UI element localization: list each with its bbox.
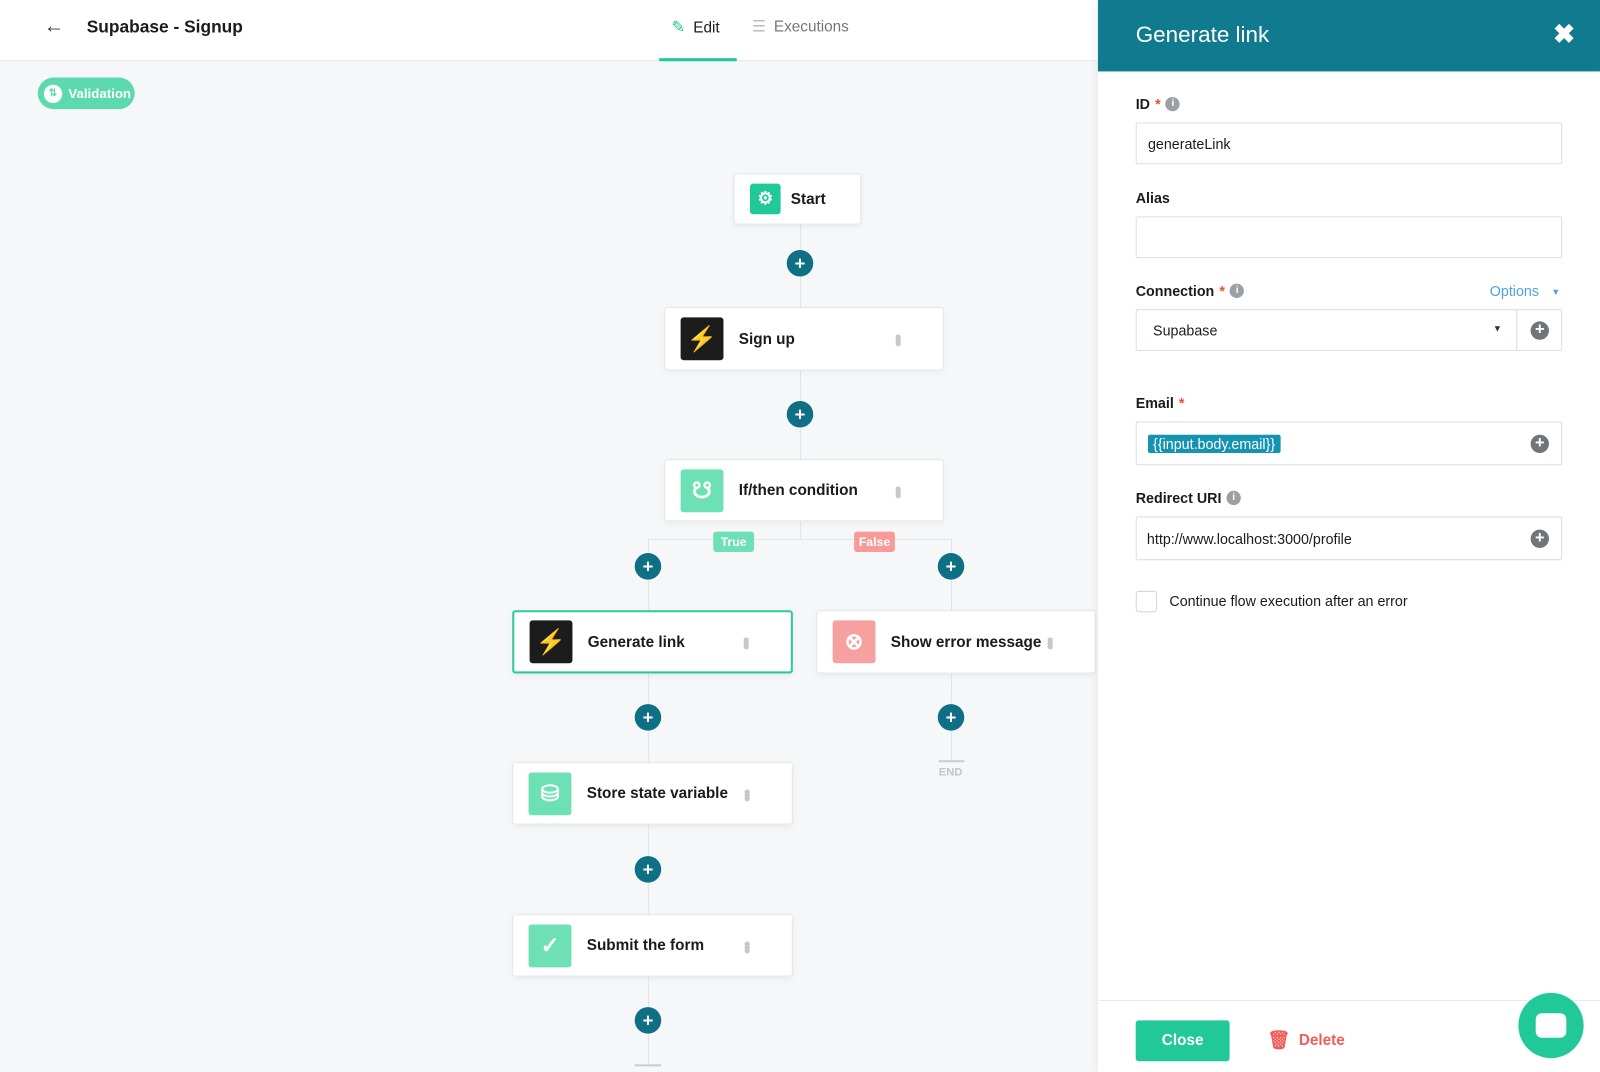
plus-circle-icon[interactable]: + bbox=[1530, 529, 1549, 548]
required-marker: * bbox=[1178, 394, 1185, 412]
required-marker: * bbox=[1219, 282, 1225, 299]
validation-badge[interactable]: ⇅ Validation bbox=[37, 77, 135, 110]
false-branch-label: False bbox=[854, 531, 895, 553]
connector bbox=[799, 521, 802, 539]
branch-icon: ☋ bbox=[680, 468, 724, 512]
gear-icon: ⚙ bbox=[749, 183, 781, 215]
alias-label: Alias bbox=[1135, 189, 1170, 207]
add-step-button[interactable]: + bbox=[786, 249, 814, 277]
close-icon[interactable]: ✖ bbox=[1553, 18, 1575, 50]
end-marker bbox=[938, 760, 965, 763]
options-dropdown[interactable]: Options ▼ bbox=[1490, 283, 1561, 301]
more-options-icon[interactable]: ••• bbox=[737, 788, 757, 798]
add-step-button[interactable]: + bbox=[786, 401, 814, 428]
node-if-then-condition[interactable]: ☋ If/then condition ••• bbox=[664, 459, 944, 522]
email-label: Email * bbox=[1135, 394, 1185, 412]
continue-on-error-checkbox[interactable] bbox=[1135, 590, 1158, 613]
supabase-bolt-icon: ⚡ bbox=[529, 620, 573, 664]
supabase-bolt-icon: ⚡ bbox=[680, 317, 724, 361]
add-step-button[interactable]: + bbox=[634, 1007, 662, 1034]
info-icon[interactable]: i bbox=[1226, 490, 1241, 506]
required-marker: * bbox=[1155, 95, 1161, 113]
node-start[interactable]: ⚙ Start bbox=[733, 173, 862, 225]
active-tab-indicator bbox=[659, 58, 737, 62]
redirect-uri-input[interactable]: http://www.localhost:3000/profile + bbox=[1135, 516, 1563, 561]
trash-icon: 🗑 bbox=[1267, 1029, 1291, 1050]
redirect-uri-label: Redirect URI i bbox=[1136, 490, 1241, 506]
validation-icon: ⇅ bbox=[43, 84, 63, 103]
step-settings-panel: Generate link ✖ ID * i generateLink Alias … bbox=[1097, 0, 1600, 1072]
footer-divider bbox=[1097, 999, 1600, 1002]
plus-circle-icon[interactable]: + bbox=[1530, 434, 1549, 453]
more-options-icon[interactable]: ••• bbox=[888, 485, 908, 495]
plus-circle-icon: + bbox=[1530, 320, 1549, 340]
list-icon: ☰ bbox=[752, 18, 766, 36]
more-options-icon[interactable]: ••• bbox=[888, 334, 908, 344]
caret-down-icon: ▼ bbox=[1492, 323, 1503, 334]
node-sign-up[interactable]: ⚡ Sign up ••• bbox=[664, 307, 944, 371]
caret-down-icon: ▼ bbox=[1551, 286, 1561, 297]
check-circle-icon: ✓ bbox=[528, 923, 572, 967]
info-icon[interactable]: i bbox=[1165, 96, 1181, 112]
branch-connector bbox=[647, 538, 952, 540]
top-bar: ← Supabase - Signup ✎ Edit ☰ Executions bbox=[0, 0, 1098, 62]
node-store-state-variable[interactable]: ⛁ Store state variable ••• bbox=[512, 762, 793, 825]
delete-button[interactable]: 🗑 Delete bbox=[1267, 1030, 1344, 1051]
info-icon[interactable]: i bbox=[1230, 283, 1245, 298]
more-options-icon[interactable]: ••• bbox=[1040, 637, 1060, 647]
email-input[interactable]: {{input.body.email}} + bbox=[1135, 421, 1563, 466]
back-arrow-icon[interactable]: ← bbox=[44, 15, 64, 38]
database-edit-icon: ⛁ bbox=[528, 771, 572, 815]
more-options-icon[interactable]: ••• bbox=[737, 940, 757, 950]
id-label: ID * i bbox=[1136, 95, 1181, 113]
add-connection-button[interactable]: + bbox=[1516, 309, 1563, 352]
node-show-error-message[interactable]: ⊗ Show error message ••• bbox=[816, 610, 1096, 674]
edit-icon: ✎ bbox=[671, 19, 686, 37]
end-marker bbox=[634, 1064, 662, 1067]
add-step-button[interactable]: + bbox=[634, 704, 662, 731]
more-options-icon[interactable]: ••• bbox=[736, 637, 756, 647]
variable-chip[interactable]: {{input.body.email}} bbox=[1147, 434, 1281, 453]
add-step-button[interactable]: + bbox=[937, 553, 965, 580]
continue-on-error-label: Continue flow execution after an error bbox=[1169, 592, 1408, 610]
close-button[interactable]: Close bbox=[1135, 1020, 1230, 1062]
id-input[interactable]: generateLink bbox=[1135, 122, 1563, 165]
end-label: END bbox=[938, 766, 963, 779]
chat-bubble-icon bbox=[1535, 1013, 1567, 1038]
connection-label: Connection * i bbox=[1136, 283, 1245, 299]
chat-support-button[interactable] bbox=[1518, 992, 1584, 1059]
page-title: Supabase - Signup bbox=[86, 17, 243, 37]
add-step-button[interactable]: + bbox=[634, 553, 662, 580]
error-circle-icon: ⊗ bbox=[832, 620, 876, 664]
connection-select[interactable]: Supabase ▼ bbox=[1135, 309, 1518, 352]
tab-executions[interactable]: ☰ Executions bbox=[752, 17, 849, 36]
node-generate-link[interactable]: ⚡ Generate link ••• bbox=[512, 610, 793, 674]
tab-edit[interactable]: ✎ Edit bbox=[671, 17, 719, 37]
true-branch-label: True bbox=[713, 531, 755, 553]
panel-header: Generate link ✖ bbox=[1097, 0, 1600, 72]
add-step-button[interactable]: + bbox=[937, 704, 965, 731]
add-step-button[interactable]: + bbox=[634, 856, 662, 883]
node-submit-the-form[interactable]: ✓ Submit the form ••• bbox=[512, 914, 793, 977]
panel-title: Generate link bbox=[1135, 21, 1270, 47]
alias-input[interactable] bbox=[1135, 216, 1563, 259]
